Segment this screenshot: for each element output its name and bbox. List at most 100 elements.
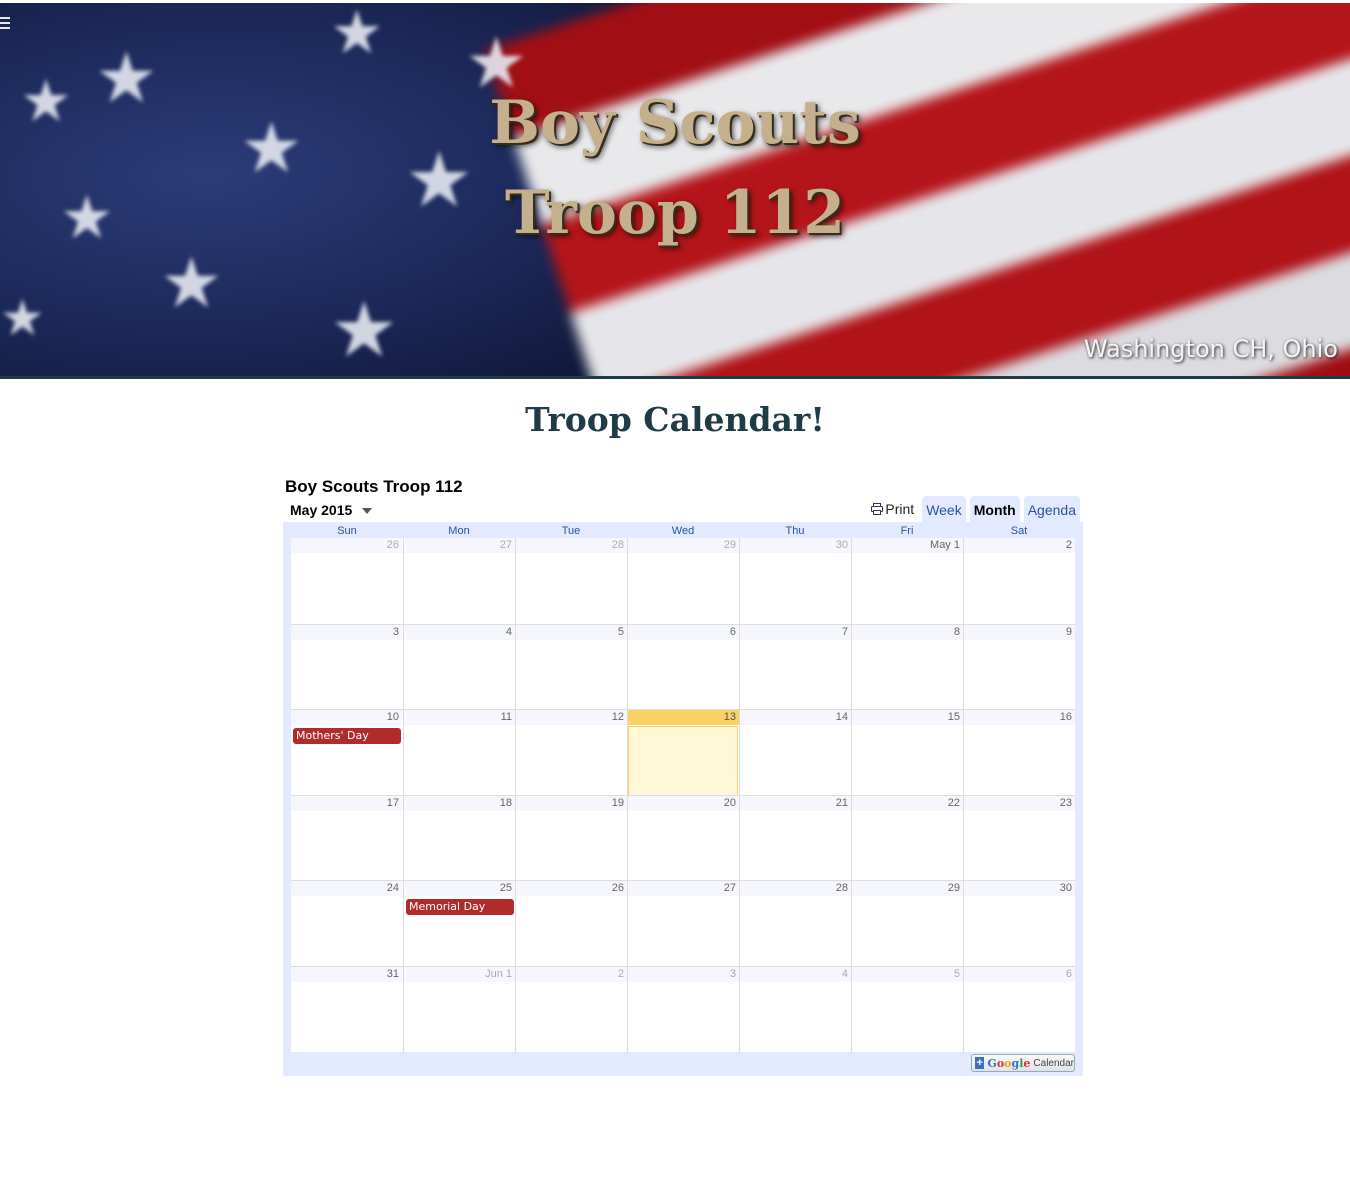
day-cell[interactable]: 16 [963,710,1075,796]
date-number: 16 [964,710,1075,725]
day-cell[interactable]: 7 [739,625,851,710]
site-title-line2: Troop 112 [504,178,846,248]
day-cell[interactable]: May 1 [851,538,963,624]
day-cell[interactable]: 23 [963,796,1075,881]
day-cell[interactable]: 17 [291,796,402,881]
weekday-sun: Sun [337,525,357,537]
day-cell[interactable]: Jun 1 [403,967,515,1053]
day-cell[interactable]: 30 [963,881,1075,967]
date-number: 23 [964,796,1075,811]
date-number: 18 [404,796,515,811]
date-number: 2 [516,967,627,982]
date-number: 29 [852,881,963,896]
date-number: 27 [628,881,739,896]
day-cell[interactable]: 29 [627,538,739,624]
day-cell[interactable]: 2 [515,967,627,1053]
day-cell[interactable]: 19 [515,796,627,881]
date-number: 29 [628,538,739,553]
site-title-line1: Boy Scouts [489,88,861,158]
current-month-label: May 2015 [290,502,353,518]
date-number: 10 [291,710,402,725]
day-cell[interactable]: 28 [739,881,851,967]
today-highlight [628,726,738,797]
date-number: 12 [516,710,627,725]
google-calendar-embed: Boy Scouts Troop 112 May 2015 Print Week… [283,470,1083,1076]
date-number: 28 [740,881,851,896]
day-cell[interactable]: 18 [403,796,515,881]
date-number: 31 [291,967,402,982]
page-title: Troop Calendar! [525,400,825,439]
date-number: 26 [291,538,402,553]
calendar-event[interactable]: Memorial Day [406,899,514,915]
date-number: 6 [964,967,1075,982]
date-number: 27 [404,538,515,553]
day-cell[interactable]: 21 [739,796,851,881]
date-number: 22 [852,796,963,811]
date-number: 26 [516,881,627,896]
week-row: 26 27 28 29 30 May 12 [291,538,1075,624]
hamburger-menu-icon[interactable] [0,17,12,29]
date-number: 5 [516,625,627,640]
day-cell[interactable]: 8 [851,625,963,710]
day-cell[interactable]: 5 [515,625,627,710]
day-cell[interactable]: 27 [627,881,739,967]
week-row: 10 Mothers' Day 11 12 13 14 15 16 [291,709,1075,797]
day-cell[interactable]: 6 [963,967,1075,1053]
day-cell[interactable]: 26 [291,538,402,624]
day-cell[interactable]: 11 [403,710,515,796]
month-selector[interactable]: May 2015 [290,502,373,518]
day-cell[interactable]: 13 [627,710,739,797]
calendar-body: Sun Mon Tue Wed Thu Fri Sat 26 27 28 29 30 Ma… [283,522,1083,1076]
date-number: 17 [291,796,402,811]
date-number: 14 [740,710,851,725]
calendar-event[interactable]: Mothers' Day [293,728,401,744]
day-cell[interactable]: 9 [963,625,1075,710]
day-cell[interactable]: 3 [627,967,739,1053]
day-cell[interactable]: 20 [627,796,739,881]
print-button[interactable]: Print [870,496,914,522]
day-cell[interactable]: 4 [739,967,851,1053]
day-cell[interactable]: 30 [739,538,851,624]
week-row: 17 18 19 20 21 22 23 [291,795,1075,881]
day-cell[interactable]: 10 Mothers' Day [291,710,402,796]
day-cell[interactable]: 22 [851,796,963,881]
day-cell[interactable]: 12 [515,710,627,796]
add-to-google-calendar-button[interactable]: + Google Calendar [971,1054,1075,1072]
day-cell[interactable]: 29 [851,881,963,967]
month-grid: 26 27 28 29 30 May 1 2 3 4 5 6 7 8 9 10 Mothers' Day 11 1… [291,538,1075,1053]
today-date-number: 13 [628,710,739,725]
view-tabs: Print Week Month Agenda [870,496,1080,522]
week-row: 24 25 Memorial Day 26 27 28 29 30 [291,880,1075,967]
day-cell[interactable]: 3 [291,625,402,710]
date-number: 15 [852,710,963,725]
day-cell[interactable]: 27 [403,538,515,624]
day-cell[interactable]: 15 [851,710,963,796]
date-number: 8 [852,625,963,640]
weekday-thu: Thu [785,525,805,537]
chevron-down-icon [362,508,373,515]
date-number: 11 [404,710,515,725]
day-cell[interactable]: 31 [291,967,402,1053]
day-cell[interactable]: 26 [515,881,627,967]
date-number: 6 [628,625,739,640]
date-number: 4 [740,967,851,982]
date-number: 30 [740,538,851,553]
date-number: 19 [516,796,627,811]
date-number: 28 [516,538,627,553]
printer-icon [871,503,884,515]
day-cell[interactable]: 28 [515,538,627,624]
google-logo: Google [987,1056,1031,1070]
tab-agenda[interactable]: Agenda [1023,496,1080,522]
day-cell[interactable]: 5 [851,967,963,1053]
tab-week[interactable]: Week [922,496,966,522]
date-number: 3 [628,967,739,982]
day-cell[interactable]: 4 [403,625,515,710]
day-cell[interactable]: 24 [291,881,402,967]
day-cell[interactable]: 25 Memorial Day [403,881,515,967]
day-cell[interactable]: 2 [963,538,1075,624]
day-cell[interactable]: 14 [739,710,851,796]
day-cell[interactable]: 6 [627,625,739,710]
weekday-header: Sun Mon Tue Wed Thu Fri Sat [291,522,1075,537]
tab-month[interactable]: Month [969,496,1020,522]
calendar-title: Boy Scouts Troop 112 [285,477,463,496]
